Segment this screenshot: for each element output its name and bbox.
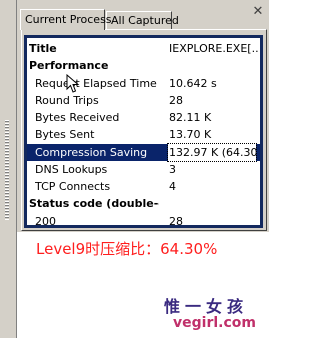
screenshot-page: Current Process All Captured ✕ Title IEXP… [0, 0, 269, 338]
list-row[interactable]: TCP Connects 4 [27, 178, 260, 195]
list-row[interactable]: Round Trips 28 [27, 92, 260, 109]
list-row[interactable]: Compression Saving 132.97 K (64.30%) [27, 143, 260, 162]
list-row[interactable]: Request Elapsed Time 10.642 s [27, 75, 260, 92]
close-x-icon[interactable]: ✕ [250, 5, 266, 19]
row-key: Title [29, 42, 57, 55]
watermark-domain: vegirl.com [173, 315, 256, 331]
list-row[interactable]: Performance [27, 57, 260, 74]
row-value: 4 [169, 180, 176, 193]
properties-list[interactable]: Title IEXPLORE.EXE[... Performance Request … [24, 35, 263, 228]
row-key: Bytes Sent [35, 128, 95, 141]
row-key: DNS Lookups [35, 163, 108, 176]
row-key: Status code (double-c... [29, 197, 159, 210]
compression-caption: Level9时压缩比：64.30% [36, 240, 218, 258]
row-value: IEXPLORE.EXE[... [169, 42, 259, 55]
row-key: Request Elapsed Time [35, 77, 157, 90]
row-key: Compression Saving [35, 146, 148, 159]
mouse-pointer-icon [66, 74, 80, 93]
list-row[interactable]: Title IEXPLORE.EXE[... [27, 40, 260, 57]
row-value: 3 [169, 163, 176, 176]
tab-all-captured[interactable]: All Captured [106, 11, 179, 29]
row-key: Bytes Received [35, 111, 120, 124]
row-value: 10.642 s [169, 77, 217, 90]
row-key: 200 [35, 215, 56, 228]
tab-current-process[interactable]: Current Process [20, 9, 112, 30]
list-row[interactable]: DNS Lookups 3 [27, 161, 260, 178]
watermark-chinese: 惟一女孩 [164, 297, 249, 316]
row-key: TCP Connects [35, 180, 111, 193]
row-key: Performance [29, 59, 109, 72]
list-row[interactable]: Bytes Sent 13.70 K [27, 126, 260, 143]
list-row[interactable]: Status code (double-c... [27, 195, 260, 212]
list-row[interactable]: Bytes Received 82.11 K [27, 109, 260, 126]
row-value: 13.70 K [169, 128, 212, 141]
row-key: Round Trips [35, 94, 99, 107]
list-row[interactable]: 200 28 [27, 213, 260, 228]
row-value: 132.97 K (64.30%) [167, 143, 257, 162]
left-splitter[interactable] [0, 0, 17, 338]
splitter-grip[interactable] [5, 120, 9, 220]
row-value: 28 [169, 215, 183, 228]
row-value: 82.11 K [169, 111, 212, 124]
row-value: 28 [169, 94, 183, 107]
